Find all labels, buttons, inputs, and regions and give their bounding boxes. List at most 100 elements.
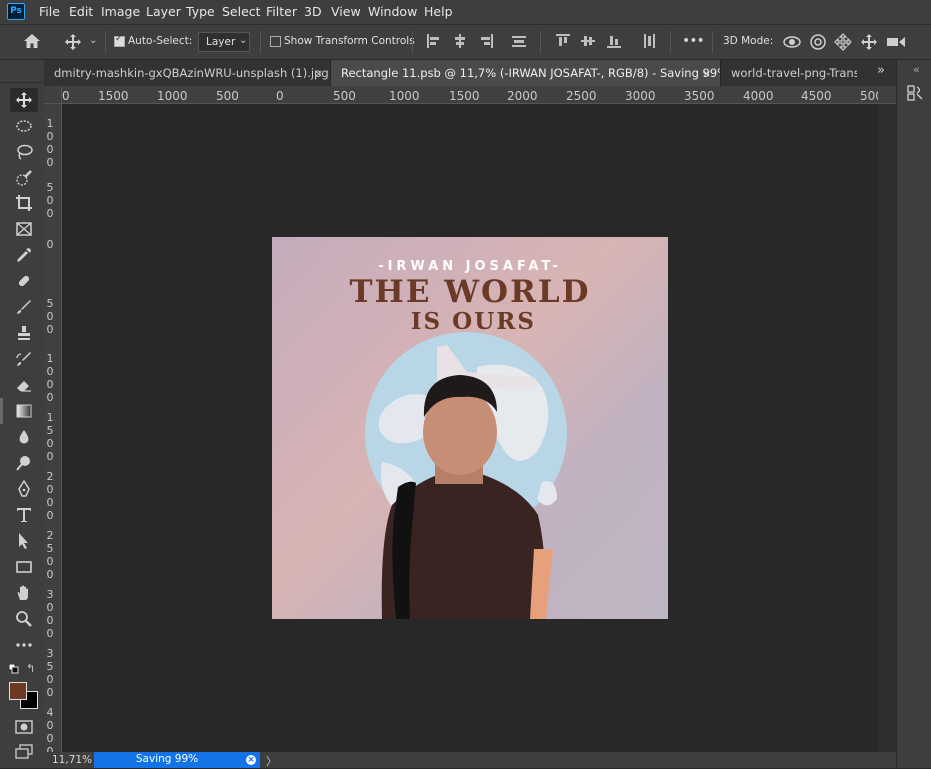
ruler-label: 3 0 0 0 [46, 588, 54, 640]
lasso-tool[interactable] [10, 140, 38, 164]
crop-tool[interactable] [10, 191, 38, 215]
ruler-label: 1500 [98, 89, 129, 103]
menu-file[interactable]: File [39, 4, 60, 19]
history-brush-tool[interactable] [10, 347, 38, 371]
align-center-icon[interactable] [453, 34, 467, 48]
eraser-icon [17, 381, 31, 392]
pen-tool[interactable] [10, 477, 38, 501]
healing-brush-tool[interactable] [10, 269, 38, 293]
default-colors-icon[interactable] [9, 664, 19, 674]
brush-tool[interactable] [10, 295, 38, 319]
save-progress-text: Saving 99% [135, 753, 199, 765]
align-left-icon[interactable] [427, 34, 441, 48]
distribute-vertical-icon[interactable] [642, 34, 656, 48]
divider [670, 31, 671, 53]
ruler-label: 4000 [743, 89, 774, 103]
orbit-3d-icon[interactable] [782, 33, 802, 51]
menu-3d[interactable]: 3D [304, 4, 322, 19]
gradient-tool[interactable] [10, 399, 38, 423]
quick-selection-icon [16, 170, 32, 186]
menu-type[interactable]: Type [186, 4, 215, 19]
ruler-label: 0 [46, 238, 54, 251]
screen-mode-icon[interactable] [15, 744, 33, 760]
menu-view[interactable]: View [331, 4, 361, 19]
panel-icon[interactable] [906, 84, 924, 102]
ruler-label: 0 [276, 89, 284, 103]
dodge-tool[interactable] [10, 451, 38, 475]
type-tool[interactable] [10, 503, 38, 527]
ruler-label: 1 0 0 0 [46, 117, 54, 169]
poster-artwork[interactable] [272, 237, 668, 619]
align-middle-icon[interactable] [581, 34, 595, 48]
marquee-tool[interactable] [10, 114, 38, 138]
chevron-down-icon[interactable]: ⌄ [89, 35, 97, 46]
show-transform-checkbox[interactable] [270, 36, 281, 47]
ruler-label: 1000 [157, 89, 188, 103]
eraser-tool[interactable] [10, 373, 38, 397]
divider [540, 31, 541, 53]
slide-3d-icon[interactable] [860, 33, 878, 51]
ruler-label: 0 [62, 89, 70, 103]
align-right-icon[interactable] [479, 34, 493, 48]
photoshop-logo[interactable]: Ps [7, 3, 25, 20]
menu-filter[interactable]: Filter [266, 4, 297, 19]
path-selection-tool[interactable] [10, 529, 38, 553]
home-icon[interactable] [23, 33, 41, 49]
foreground-color-swatch[interactable] [9, 682, 27, 700]
zoom-level[interactable]: 11,71% [52, 754, 92, 766]
blur-tool[interactable] [10, 425, 38, 449]
menu-window[interactable]: Window [368, 4, 417, 19]
ruler-label: 500 [216, 89, 239, 103]
quick-mask-icon[interactable] [15, 720, 33, 734]
frame-tool[interactable] [10, 217, 38, 241]
menu-edit[interactable]: Edit [69, 4, 93, 19]
tab-rectangle-11[interactable]: Rectangle 11.psb @ 11,7% (-IRWAN JOSAFAT… [331, 60, 721, 86]
collapse-dock-icon[interactable]: « [913, 63, 920, 76]
more-options-icon[interactable]: ••• [682, 33, 705, 49]
move-tool[interactable] [10, 88, 38, 112]
align-bottom-icon[interactable] [607, 34, 621, 48]
ruler-label: 2000 [507, 89, 538, 103]
tab-dmitry-mashkin[interactable]: dmitry-mashkin-gxQBAzinWRU-unsplash (1).… [44, 60, 331, 86]
eyedropper-tool[interactable] [10, 243, 38, 267]
divider [105, 31, 106, 53]
close-icon[interactable]: × [702, 67, 711, 80]
ruler-label: 2 5 0 0 [46, 529, 54, 581]
swap-colors-icon[interactable]: ↰ [26, 662, 35, 675]
stamp-icon [18, 326, 30, 340]
menu-layer[interactable]: Layer [146, 4, 181, 19]
ruler-origin[interactable] [44, 86, 62, 104]
hand-tool[interactable] [10, 581, 38, 605]
scale-3d-icon[interactable] [886, 34, 906, 50]
tabs-overflow-icon[interactable]: » [877, 63, 885, 78]
panel-edge-handle[interactable] [0, 398, 3, 424]
status-expand-icon[interactable]: 〉 [266, 753, 277, 769]
roll-3d-icon[interactable] [809, 33, 827, 51]
document-canvas[interactable]: -IRWAN JOSAFAT- THE WORLD IS OURS [272, 237, 668, 619]
menu-help[interactable]: Help [424, 4, 453, 19]
rectangle-tool[interactable] [10, 555, 38, 579]
vertical-scrollbar[interactable] [878, 104, 896, 752]
pan-3d-icon[interactable] [834, 33, 852, 51]
zoom-tool[interactable] [10, 607, 38, 631]
gradient-icon [16, 404, 32, 418]
magnifier-icon [16, 611, 32, 627]
cancel-save-icon[interactable]: × [246, 755, 256, 765]
menu-select[interactable]: Select [222, 4, 261, 19]
align-top-icon[interactable] [556, 34, 570, 48]
clone-stamp-tool[interactable] [10, 321, 38, 345]
menu-image[interactable]: Image [101, 4, 140, 19]
ruler-label: 5 0 0 [46, 297, 54, 336]
ruler-label: 500 [333, 89, 356, 103]
distribute-horizontal-icon[interactable] [512, 34, 526, 48]
auto-select-checkbox[interactable] [114, 34, 125, 47]
history-brush-icon [16, 352, 31, 366]
ruler-label: 1 5 0 0 [46, 411, 54, 463]
ruler-label: 3 5 0 0 [46, 647, 54, 699]
ruler-label: 1 0 0 0 [46, 352, 54, 404]
move-tool-icon[interactable] [64, 33, 82, 51]
close-icon[interactable]: × [314, 67, 323, 80]
edit-toolbar-button[interactable] [10, 633, 38, 657]
tab-world-travel[interactable]: world-travel-png-Transp [721, 60, 857, 86]
quick-selection-tool[interactable] [10, 166, 38, 190]
